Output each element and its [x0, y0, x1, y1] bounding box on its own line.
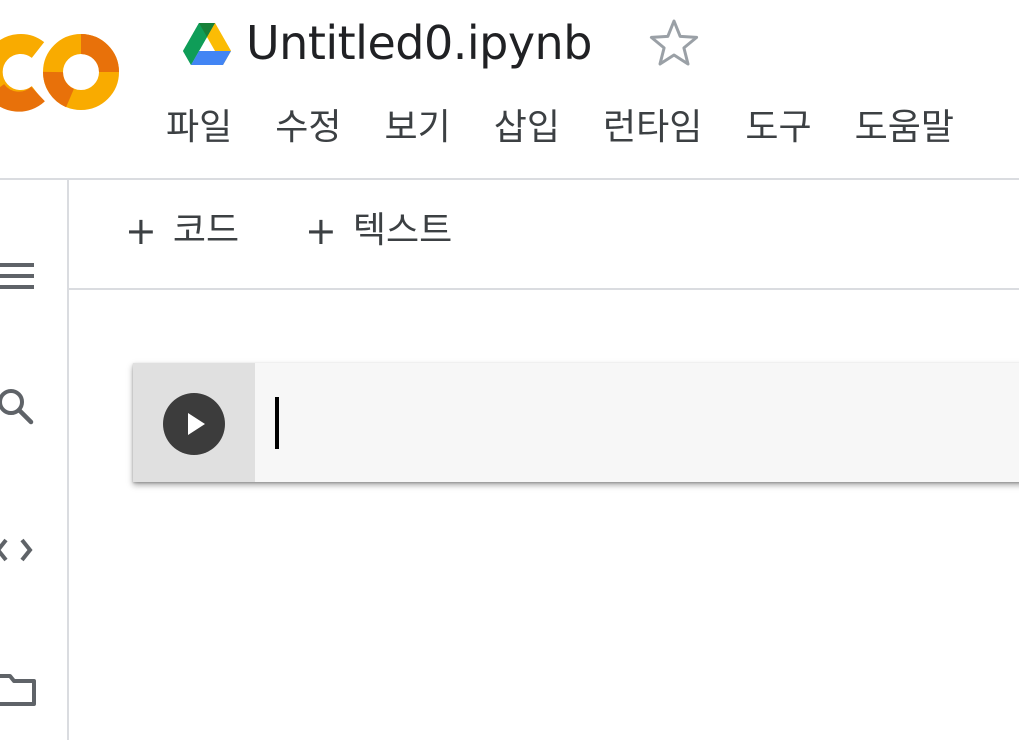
- menu-runtime[interactable]: 런타임: [603, 98, 702, 158]
- menu-help[interactable]: 도움말: [855, 98, 954, 158]
- header: Untitled0.ipynb 파일 수정 보기 삽입 런타임 도구 도움말: [0, 0, 1019, 180]
- colab-logo-icon[interactable]: [0, 32, 120, 112]
- colab-notebook-window: Untitled0.ipynb 파일 수정 보기 삽입 런타임 도구 도움말 +…: [0, 0, 1019, 740]
- title-row: Untitled0.ipynb: [182, 12, 700, 74]
- code-editor[interactable]: [255, 363, 1019, 482]
- search-icon[interactable]: [0, 384, 42, 432]
- menu-tools[interactable]: 도구: [745, 98, 811, 158]
- menu-bar: 파일 수정 보기 삽입 런타임 도구 도움말: [166, 98, 997, 158]
- run-cell-button[interactable]: [163, 393, 225, 455]
- notebook-title[interactable]: Untitled0.ipynb: [246, 12, 592, 74]
- cell-gutter: [133, 363, 255, 482]
- menu-icon[interactable]: [0, 252, 42, 300]
- star-outline-icon[interactable]: [648, 17, 700, 69]
- plus-icon: +: [305, 209, 337, 253]
- notebook-toolbar: + 코드 + 텍스트: [69, 180, 1019, 290]
- text-cursor: [275, 397, 279, 449]
- add-code-label: 코드: [172, 210, 240, 251]
- code-snippets-icon[interactable]: [0, 526, 42, 574]
- menu-file[interactable]: 파일: [166, 98, 232, 158]
- plus-icon: +: [125, 209, 157, 253]
- add-code-button[interactable]: + 코드: [125, 206, 239, 256]
- code-cell[interactable]: [133, 363, 1019, 482]
- google-drive-icon: [183, 23, 231, 65]
- left-sidebar: [0, 180, 69, 740]
- folder-icon[interactable]: [0, 666, 42, 714]
- menu-edit[interactable]: 수정: [275, 98, 341, 158]
- add-text-button[interactable]: + 텍스트: [305, 206, 452, 256]
- menu-insert[interactable]: 삽입: [494, 98, 560, 158]
- menu-view[interactable]: 보기: [385, 98, 451, 158]
- add-text-label: 텍스트: [352, 210, 453, 251]
- play-icon: [188, 413, 205, 435]
